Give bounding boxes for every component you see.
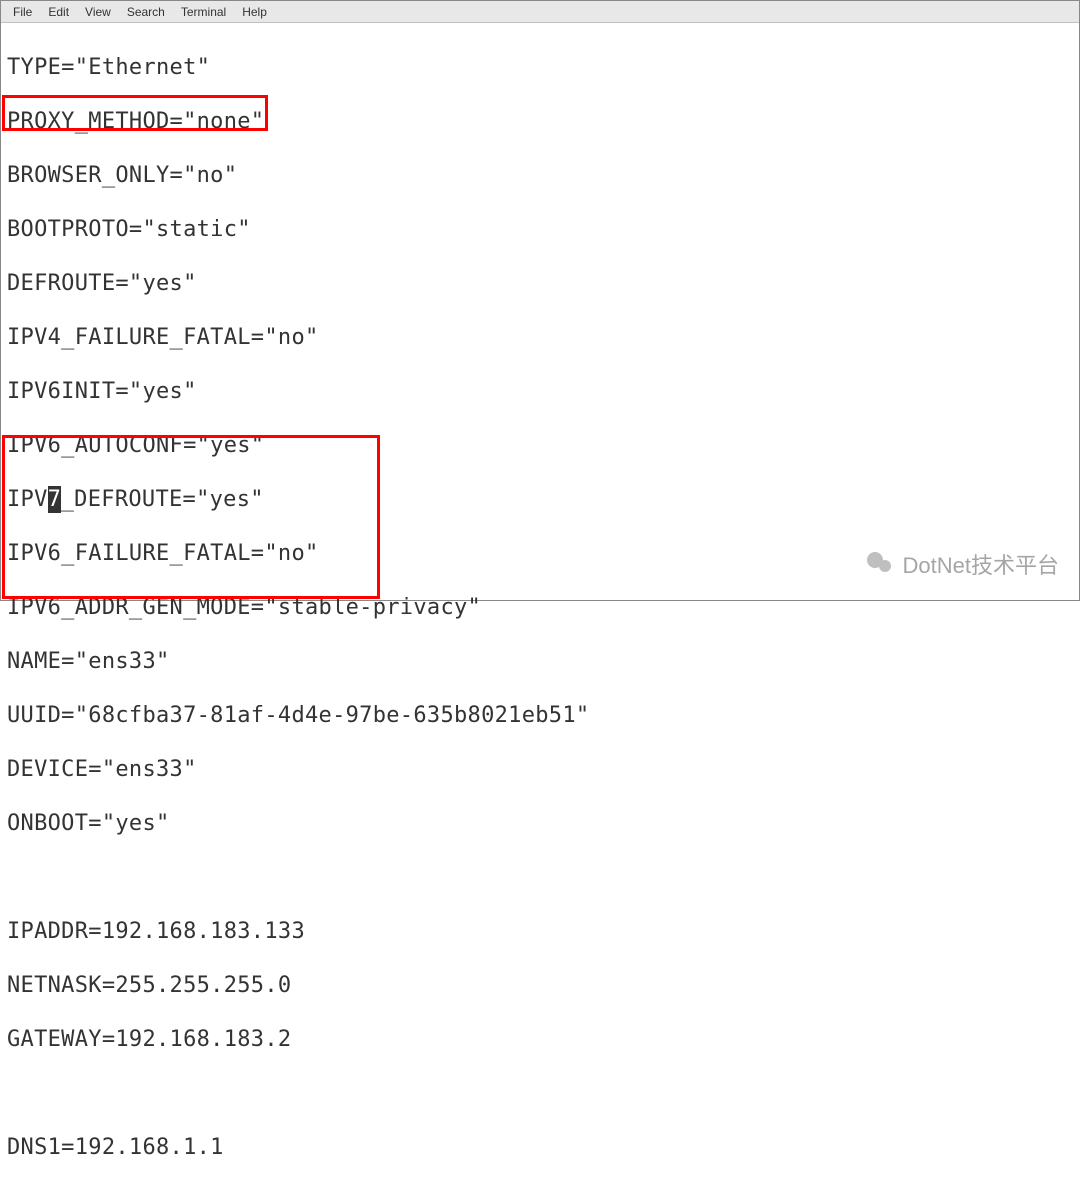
menu-view[interactable]: View xyxy=(77,5,119,19)
menu-bar: File Edit View Search Terminal Help xyxy=(1,1,1079,23)
config-line: IPV6_ADDR_GEN_MODE="stable-privacy" xyxy=(7,594,1073,621)
config-line: PROXY_METHOD="none" xyxy=(7,108,1073,135)
config-line: BOOTPROTO="static" xyxy=(7,216,1073,243)
line-prefix: IPV xyxy=(7,487,48,512)
menu-terminal[interactable]: Terminal xyxy=(173,5,234,19)
config-line: IPV6_AUTOCONF="yes" xyxy=(7,432,1073,459)
config-line: IPADDR=192.168.183.133 xyxy=(7,918,1073,945)
config-line: GATEWAY=192.168.183.2 xyxy=(7,1026,1073,1053)
menu-file[interactable]: File xyxy=(5,5,40,19)
config-line: IPV6INIT="yes" xyxy=(7,378,1073,405)
config-line: DNS1=192.168.1.1 xyxy=(7,1134,1073,1161)
config-line xyxy=(7,864,1073,891)
menu-edit[interactable]: Edit xyxy=(40,5,77,19)
editor-area[interactable]: TYPE="Ethernet" PROXY_METHOD="none" BROW… xyxy=(1,23,1079,600)
config-line: IPV4_FAILURE_FATAL="no" xyxy=(7,324,1073,351)
line-suffix: _DEFROUTE="yes" xyxy=(61,487,264,512)
menu-search[interactable]: Search xyxy=(119,5,173,19)
config-line: DEVICE="ens33" xyxy=(7,756,1073,783)
config-line: NAME="ens33" xyxy=(7,648,1073,675)
watermark: DotNet技术平台 xyxy=(867,548,1059,580)
cursor: 7 xyxy=(48,486,61,513)
watermark-text: DotNet技术平台 xyxy=(903,548,1059,580)
menu-help[interactable]: Help xyxy=(234,5,275,19)
config-line: TYPE="Ethernet" xyxy=(7,54,1073,81)
config-line: BROWSER_ONLY="no" xyxy=(7,162,1073,189)
config-line xyxy=(7,1080,1073,1107)
config-line: ONBOOT="yes" xyxy=(7,810,1073,837)
wechat-icon xyxy=(867,550,895,578)
config-line: NETNASK=255.255.255.0 xyxy=(7,972,1073,999)
config-line: UUID="68cfba37-81af-4d4e-97be-635b8021eb… xyxy=(7,702,1073,729)
config-line: DEFROUTE="yes" xyxy=(7,270,1073,297)
config-line: IPV7_DEFROUTE="yes" xyxy=(7,486,1073,513)
